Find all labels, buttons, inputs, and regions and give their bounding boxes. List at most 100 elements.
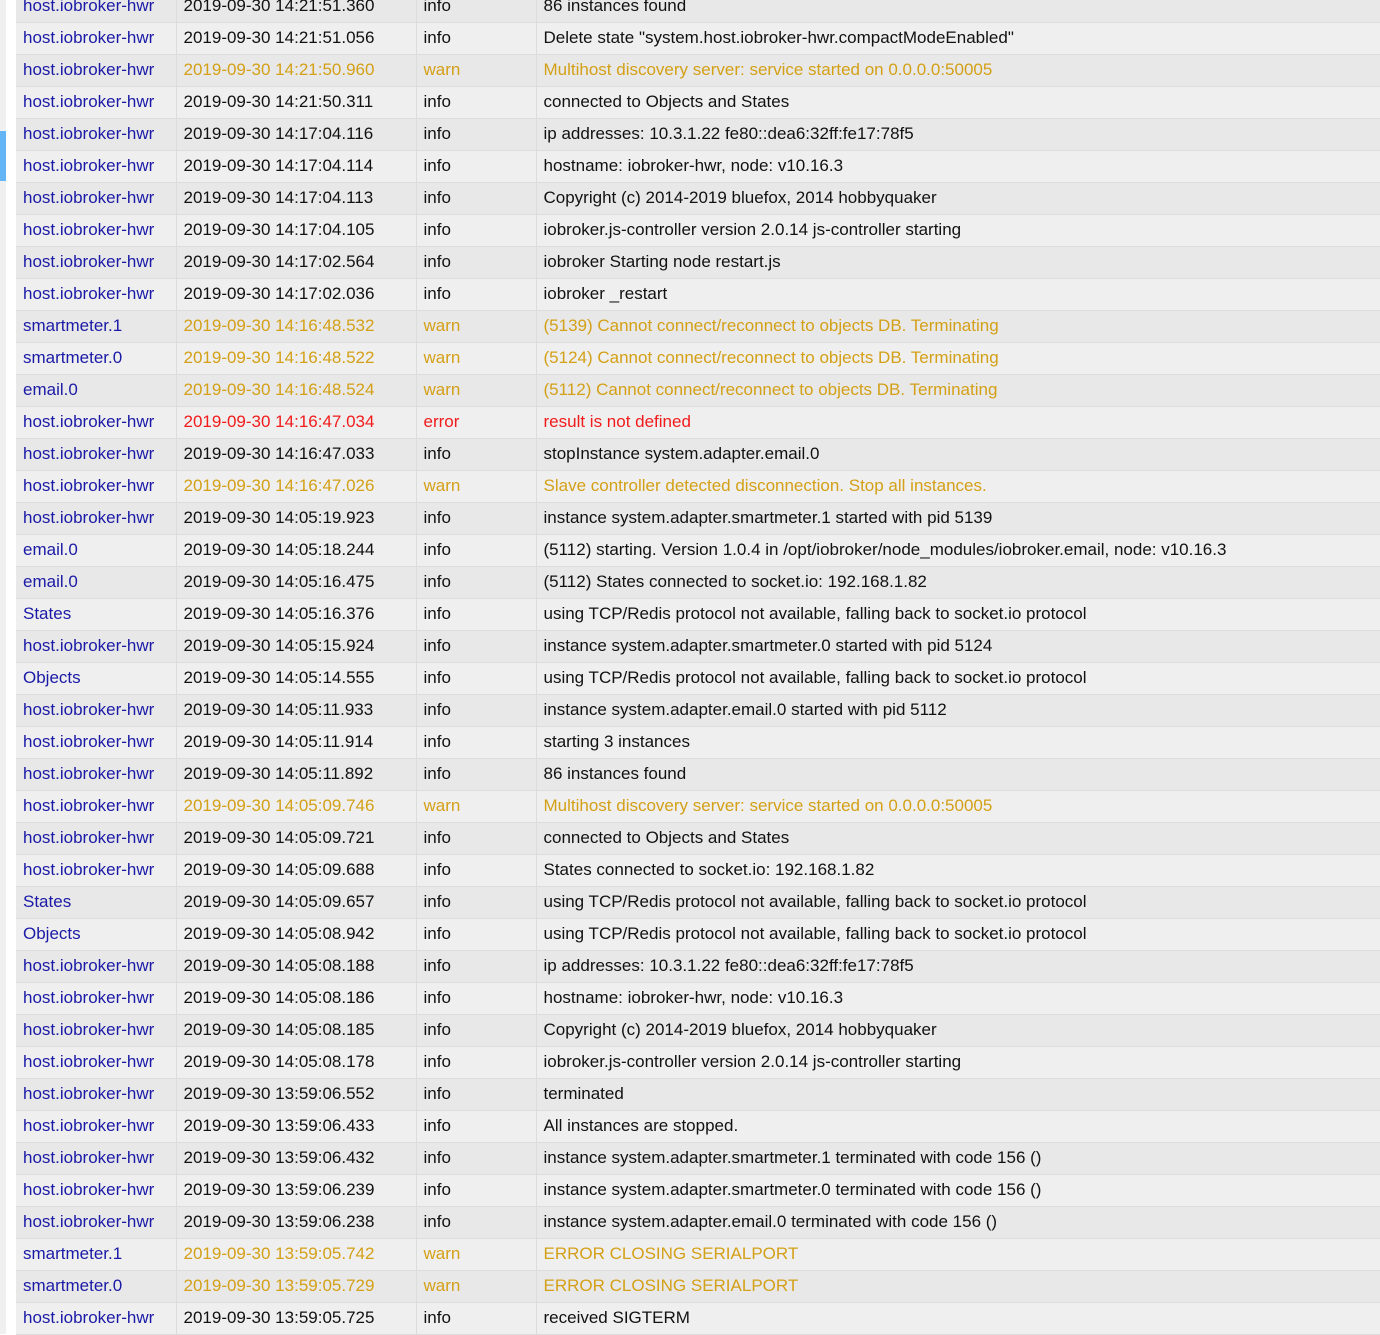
log-row[interactable]: host.iobroker-hwr 2019-09-30 13:59:06.433… bbox=[16, 1110, 1380, 1143]
log-row[interactable]: host.iobroker-hwr 2019-09-30 14:05:11.933… bbox=[16, 694, 1380, 727]
log-severity: info bbox=[416, 854, 537, 887]
log-source: host.iobroker-hwr bbox=[16, 758, 177, 791]
log-row[interactable]: States 2019-09-30 14:05:09.657 info using T… bbox=[16, 886, 1380, 919]
log-row[interactable]: host.iobroker-hwr 2019-09-30 14:21:50.311… bbox=[16, 86, 1380, 119]
log-source: host.iobroker-hwr bbox=[16, 214, 177, 247]
log-message: (5112) starting. Version 1.0.4 in /opt/i… bbox=[536, 534, 1380, 567]
log-message: starting 3 instances bbox=[536, 726, 1380, 759]
log-time: 2019-09-30 14:16:48.532 bbox=[176, 310, 417, 343]
log-source: host.iobroker-hwr bbox=[16, 438, 177, 471]
log-message: terminated bbox=[536, 1078, 1380, 1111]
log-time: 2019-09-30 14:05:08.178 bbox=[176, 1046, 417, 1079]
log-time: 2019-09-30 14:21:51.360 bbox=[176, 0, 417, 23]
log-row[interactable]: host.iobroker-hwr 2019-09-30 14:05:08.188… bbox=[16, 950, 1380, 983]
log-time: 2019-09-30 13:59:06.238 bbox=[176, 1206, 417, 1239]
log-source: Objects bbox=[16, 918, 177, 951]
log-source: host.iobroker-hwr bbox=[16, 246, 177, 279]
log-row[interactable]: host.iobroker-hwr 2019-09-30 14:05:08.186… bbox=[16, 982, 1380, 1015]
log-message: 86 instances found bbox=[536, 0, 1380, 23]
log-severity: warn bbox=[416, 470, 537, 503]
log-row[interactable]: host.iobroker-hwr 2019-09-30 14:21:51.360… bbox=[16, 0, 1380, 23]
log-row[interactable]: host.iobroker-hwr 2019-09-30 14:17:02.564… bbox=[16, 246, 1380, 279]
log-message: received SIGTERM bbox=[536, 1302, 1380, 1335]
log-time: 2019-09-30 14:05:08.188 bbox=[176, 950, 417, 983]
log-source: host.iobroker-hwr bbox=[16, 406, 177, 439]
log-severity: warn bbox=[416, 54, 537, 87]
log-source: host.iobroker-hwr bbox=[16, 502, 177, 535]
log-message: using TCP/Redis protocol not available, … bbox=[536, 886, 1380, 919]
log-time: 2019-09-30 14:16:48.524 bbox=[176, 374, 417, 407]
log-row[interactable]: host.iobroker-hwr 2019-09-30 14:17:04.116… bbox=[16, 118, 1380, 151]
log-time: 2019-09-30 13:59:05.742 bbox=[176, 1238, 417, 1271]
log-severity: info bbox=[416, 150, 537, 183]
log-row[interactable]: host.iobroker-hwr 2019-09-30 14:16:47.033… bbox=[16, 438, 1380, 471]
log-row[interactable]: email.0 2019-09-30 14:16:48.524 warn (5112)… bbox=[16, 374, 1380, 407]
log-severity: info bbox=[416, 214, 537, 247]
log-severity: info bbox=[416, 982, 537, 1015]
log-source: host.iobroker-hwr bbox=[16, 1014, 177, 1047]
log-source: host.iobroker-hwr bbox=[16, 278, 177, 311]
log-message: States connected to socket.io: 192.168.1… bbox=[536, 854, 1380, 887]
log-row[interactable]: host.iobroker-hwr 2019-09-30 14:17:04.114… bbox=[16, 150, 1380, 183]
log-severity: info bbox=[416, 566, 537, 599]
log-row[interactable]: smartmeter.0 2019-09-30 14:16:48.522 warn(… bbox=[16, 342, 1380, 375]
log-row[interactable]: host.iobroker-hwr 2019-09-30 13:59:06.239… bbox=[16, 1174, 1380, 1207]
log-row[interactable]: email.0 2019-09-30 14:05:16.475 info (5112)… bbox=[16, 566, 1380, 599]
log-row[interactable]: host.iobroker-hwr 2019-09-30 13:59:05.725… bbox=[16, 1302, 1380, 1335]
log-severity: info bbox=[416, 630, 537, 663]
log-row[interactable]: host.iobroker-hwr 2019-09-30 14:05:11.914… bbox=[16, 726, 1380, 759]
scroll-position-marker[interactable] bbox=[0, 131, 6, 181]
log-row[interactable]: smartmeter.1 2019-09-30 13:59:05.742 warn E… bbox=[16, 1238, 1380, 1271]
log-row[interactable]: smartmeter.1 2019-09-30 14:16:48.532 warn(… bbox=[16, 310, 1380, 343]
log-severity: info bbox=[416, 534, 537, 567]
log-source: host.iobroker-hwr bbox=[16, 182, 177, 215]
log-row[interactable]: host.iobroker-hwr 2019-09-30 14:16:47.026… bbox=[16, 470, 1380, 503]
log-severity: info bbox=[416, 1046, 537, 1079]
log-severity: warn bbox=[416, 310, 537, 343]
log-row[interactable]: email.0 2019-09-30 14:05:18.244 info (5112)… bbox=[16, 534, 1380, 567]
log-source: host.iobroker-hwr bbox=[16, 694, 177, 727]
log-severity: info bbox=[416, 598, 537, 631]
log-row[interactable]: host.iobroker-hwr 2019-09-30 14:05:08.185… bbox=[16, 1014, 1380, 1047]
log-time: 2019-09-30 14:16:48.522 bbox=[176, 342, 417, 375]
log-row[interactable]: host.iobroker-hwr 2019-09-30 14:17:04.105… bbox=[16, 214, 1380, 247]
log-source: host.iobroker-hwr bbox=[16, 470, 177, 503]
log-row[interactable]: smartmeter.0 2019-09-30 13:59:05.729 warn E… bbox=[16, 1270, 1380, 1303]
log-message: (5139) Cannot connect/reconnect to objec… bbox=[536, 310, 1380, 343]
log-time: 2019-09-30 13:59:06.433 bbox=[176, 1110, 417, 1143]
log-row[interactable]: host.iobroker-hwr 2019-09-30 13:59:06.238… bbox=[16, 1206, 1380, 1239]
log-severity: warn bbox=[416, 1238, 537, 1271]
log-row[interactable]: host.iobroker-hwr 2019-09-30 14:21:50.960… bbox=[16, 54, 1380, 87]
log-row[interactable]: host.iobroker-hwr 2019-09-30 14:17:02.036… bbox=[16, 278, 1380, 311]
log-severity: info bbox=[416, 1206, 537, 1239]
log-severity: info bbox=[416, 1174, 537, 1207]
log-time: 2019-09-30 13:59:05.729 bbox=[176, 1270, 417, 1303]
log-row[interactable]: host.iobroker-hwr 2019-09-30 14:05:09.746… bbox=[16, 790, 1380, 823]
log-row[interactable]: host.iobroker-hwr 2019-09-30 14:05:09.688… bbox=[16, 854, 1380, 887]
log-row[interactable]: States 2019-09-30 14:05:16.376 info using T… bbox=[16, 598, 1380, 631]
log-row[interactable]: host.iobroker-hwr 2019-09-30 14:05:15.924… bbox=[16, 630, 1380, 663]
log-row[interactable]: Objects 2019-09-30 14:05:08.942 info using … bbox=[16, 918, 1380, 951]
log-source: host.iobroker-hwr bbox=[16, 54, 177, 87]
log-row[interactable]: host.iobroker-hwr 2019-09-30 14:05:19.923… bbox=[16, 502, 1380, 535]
log-row[interactable]: host.iobroker-hwr 2019-09-30 14:05:08.178… bbox=[16, 1046, 1380, 1079]
log-severity: info bbox=[416, 726, 537, 759]
log-source: smartmeter.0 bbox=[16, 1270, 177, 1303]
log-time: 2019-09-30 14:05:08.186 bbox=[176, 982, 417, 1015]
log-time: 2019-09-30 14:05:11.914 bbox=[176, 726, 417, 759]
log-source: host.iobroker-hwr bbox=[16, 1302, 177, 1335]
log-time: 2019-09-30 14:17:04.116 bbox=[176, 118, 417, 151]
log-row[interactable]: host.iobroker-hwr 2019-09-30 14:16:47.034… bbox=[16, 406, 1380, 439]
log-row[interactable]: host.iobroker-hwr 2019-09-30 13:59:06.432… bbox=[16, 1142, 1380, 1175]
log-severity: info bbox=[416, 438, 537, 471]
log-row[interactable]: host.iobroker-hwr 2019-09-30 14:21:51.056… bbox=[16, 22, 1380, 55]
log-time: 2019-09-30 14:05:09.657 bbox=[176, 886, 417, 919]
log-message: instance system.adapter.smartmeter.0 ter… bbox=[536, 1174, 1380, 1207]
log-row[interactable]: host.iobroker-hwr 2019-09-30 13:59:06.552… bbox=[16, 1078, 1380, 1111]
log-severity: warn bbox=[416, 790, 537, 823]
log-severity: info bbox=[416, 1142, 537, 1175]
log-row[interactable]: Objects 2019-09-30 14:05:14.555 info using … bbox=[16, 662, 1380, 695]
log-row[interactable]: host.iobroker-hwr 2019-09-30 14:17:04.113… bbox=[16, 182, 1380, 215]
log-row[interactable]: host.iobroker-hwr 2019-09-30 14:05:11.892… bbox=[16, 758, 1380, 791]
log-row[interactable]: host.iobroker-hwr 2019-09-30 14:05:09.721… bbox=[16, 822, 1380, 855]
